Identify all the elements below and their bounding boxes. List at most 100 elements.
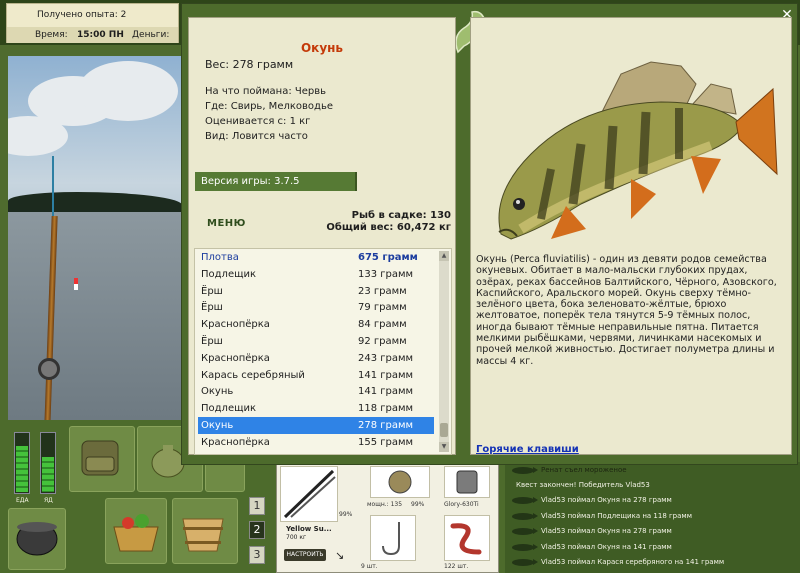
catch-row[interactable]: Подлещик 133 грамм <box>198 266 434 283</box>
catch-row[interactable]: Краснопёрка 84 грамм <box>198 316 434 333</box>
catch-list[interactable]: Плотва 675 грамм Подлещик 133 грамм Ёрш 23 гр… <box>194 248 452 455</box>
time-label: Время: <box>35 30 68 40</box>
float-bobber <box>74 278 78 290</box>
hook-count: 9 шт. <box>361 563 378 570</box>
bait-count: 122 шт. <box>444 563 469 570</box>
slot-page-1[interactable]: 1 <box>249 497 265 515</box>
fish-icon <box>512 559 538 566</box>
catch-row[interactable]: Краснопёрка 243 грамм <box>198 350 434 367</box>
pot-icon <box>16 522 58 556</box>
fish-icon <box>512 528 538 535</box>
catch-fish-name: Окунь <box>201 386 234 398</box>
log-text: Vlad53 поймал Окуня на 278 грамм <box>541 496 672 504</box>
reel-slot[interactable] <box>370 466 430 498</box>
cloud <box>78 61 178 121</box>
catch-fish-name: Краснопёрка <box>201 319 270 331</box>
setup-button[interactable]: НАСТРОИТЬ <box>284 549 326 561</box>
catch-fish-name: Краснопёрка <box>201 436 270 448</box>
hook-slot[interactable] <box>370 515 416 561</box>
catch-fish-weight: 675 грамм <box>358 252 418 263</box>
log-text: Vlad53 поймал Подлещика на 118 грамм <box>541 512 692 520</box>
fish-icon <box>512 497 538 504</box>
catch-fish-weight: 133 грамм <box>358 268 414 280</box>
catch-fish-weight: 278 грамм <box>358 420 414 431</box>
scrollbar[interactable]: ▲ ▼ <box>439 251 449 452</box>
hotkeys-link[interactable]: Горячие клавиши <box>476 444 579 455</box>
scroll-up-icon[interactable]: ▲ <box>439 251 449 261</box>
keepnet-dialog: ✕ Окунь Вес: 278 грамм На что поймана: Ч… <box>181 3 798 465</box>
food-meter-fill <box>16 445 28 492</box>
keepnet-total-weight: Общий вес: 60,472 кг <box>326 222 451 233</box>
log-text: Vlad53 поймал Карася серебряного на 141 … <box>541 558 725 566</box>
rod-icon <box>283 469 336 519</box>
line-name: Glory-630Ti <box>444 501 479 508</box>
log-text: Vlad53 поймал Окуня на 141 грамм <box>541 543 672 551</box>
drink-meter-label: ЯД <box>44 497 53 504</box>
bucket-icon <box>182 518 224 552</box>
basket-slot[interactable] <box>105 498 167 564</box>
line-slot[interactable] <box>444 466 490 498</box>
log-line: Vlad53 поймал Карася серебряного на 141 … <box>508 554 798 572</box>
fish-type: Вид: Ловится часто <box>205 131 308 142</box>
food-meter-label: ЕДА <box>16 497 29 504</box>
lake-water <box>8 212 182 420</box>
time-money-row: Время: 15:00 ПН Деньги: <box>7 27 178 43</box>
bucket-slot[interactable] <box>172 498 238 564</box>
scroll-down-icon[interactable]: ▼ <box>439 442 449 452</box>
catch-fish-name: Краснопёрка <box>201 352 270 364</box>
catch-row[interactable]: Окунь 278 грамм <box>198 417 434 434</box>
time-value: 15:00 ПН <box>77 30 124 40</box>
bait-slot[interactable] <box>444 515 490 561</box>
line-spool-icon <box>456 470 478 494</box>
catch-row[interactable]: Ёрш 79 грамм <box>198 299 434 316</box>
fishing-scene[interactable] <box>8 56 182 420</box>
catch-fish-name: Подлещик <box>201 403 257 415</box>
catch-fish-name: Плотва <box>201 252 239 263</box>
fish-title: Окунь <box>300 41 344 55</box>
catch-row[interactable]: Ёрш 92 грамм <box>198 333 434 350</box>
fish-bait: На что поймана: Червь <box>205 86 327 97</box>
drink-meter-fill <box>42 457 54 492</box>
scroll-thumb[interactable] <box>440 423 448 437</box>
catch-fish-weight: 79 грамм <box>358 302 407 314</box>
fish-valued: Оценивается с: 1 кг <box>205 116 311 127</box>
catch-fish-weight: 92 грамм <box>358 336 407 347</box>
slot-page-2[interactable]: 2 <box>249 521 265 539</box>
catch-fish-name: Ёрш <box>201 336 223 347</box>
fish-description: Окунь (Perca fluviatilis) - один из девя… <box>476 254 777 367</box>
log-text: Квест закончен! Победитель Vlad53 <box>516 481 650 489</box>
food-meter <box>14 432 30 494</box>
fish-info-panel: Окунь Вес: 278 грамм На что поймана: Чер… <box>188 17 456 455</box>
player-stats: Получено опыта: 2 Время: 15:00 ПН Деньги… <box>6 3 179 43</box>
catch-row[interactable]: Краснопёрка 155 грамм <box>198 434 434 451</box>
catch-fish-name: Окунь <box>201 420 234 431</box>
fish-icon <box>512 467 538 474</box>
catch-row[interactable]: Ёрш 23 грамм <box>198 283 434 300</box>
game-version: Версия игры: 3.7.5 <box>195 172 357 191</box>
event-log: Ренат съел мороженое Квест закончен! Поб… <box>505 462 800 573</box>
fish-icon <box>512 544 538 551</box>
rod-slot[interactable] <box>280 466 338 522</box>
perch-image <box>498 61 778 240</box>
catch-row[interactable]: Подлещик 118 грамм <box>198 400 434 417</box>
slot-page-3[interactable]: 3 <box>249 546 265 564</box>
catch-fish-name: Карась серебряный <box>201 369 305 381</box>
keepnet-summary: Рыб в садке: 130 Общий вес: 60,472 кг <box>326 210 451 234</box>
catch-row[interactable]: Окунь 141 грамм <box>198 383 434 400</box>
reel-percent: 99% <box>411 501 425 508</box>
catch-fish-weight: 84 грамм <box>358 319 407 331</box>
catch-fish-name: Ёрш <box>201 302 223 314</box>
rod-name: Yellow Su... <box>286 525 332 533</box>
pot-slot[interactable] <box>8 508 66 570</box>
fish-weight: Вес: 278 грамм <box>205 58 294 71</box>
backpack-icon <box>81 440 119 476</box>
menu-button[interactable]: МЕНЮ <box>207 218 246 229</box>
keepnet-count: Рыб в садке: 130 <box>351 210 451 221</box>
backpack-slot[interactable] <box>69 426 135 492</box>
reel-icon <box>388 470 412 494</box>
experience-label: Получено опыта: 2 <box>37 10 127 20</box>
rod-weight: 700 кг <box>286 534 307 541</box>
catch-row[interactable]: Карась серебряный 141 грамм <box>198 367 434 384</box>
catch-row[interactable]: Плотва 675 грамм <box>198 249 434 266</box>
fish-icon <box>512 513 538 520</box>
